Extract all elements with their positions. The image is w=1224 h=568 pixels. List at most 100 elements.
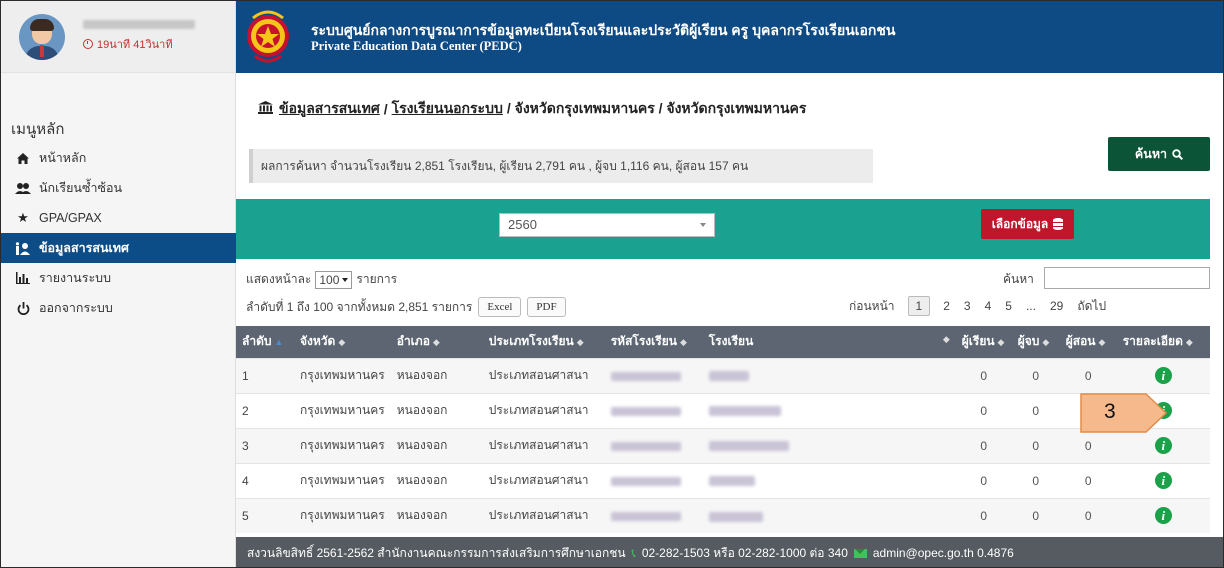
- cell-graduates: 0: [1011, 462, 1060, 498]
- pagination-next[interactable]: ถัดไป: [1077, 297, 1106, 316]
- chevron-down-icon: [700, 223, 706, 227]
- footer-copyright: สงวนลิขสิทธิ์ 2561-2562 สำนักงานคณะกรรมก…: [247, 545, 626, 560]
- chart-icon: [13, 272, 33, 284]
- sort-icon: ◆: [942, 334, 950, 345]
- length-suffix: รายการ: [356, 272, 398, 286]
- user-name-redacted: [83, 20, 195, 29]
- app-frame: 19นาที 41วินาที เมนูหลัก หน้าหลัก นักเรี…: [0, 0, 1224, 568]
- col-header-graduates[interactable]: ผู้จบ ◆: [1011, 326, 1060, 358]
- result-summary: ผลการค้นหา จำนวนโรงเรียน 2,851 โรงเรียน,…: [249, 149, 873, 183]
- cell-school-code: [604, 462, 703, 498]
- cell-school-type: ประเภทสอนศาสนา: [482, 392, 605, 428]
- sort-icon: ◆: [338, 337, 346, 348]
- sidebar-item-logout[interactable]: ออกจากระบบ: [1, 293, 236, 323]
- table-row: 4 กรุงเทพมหานคร หนองจอก ประเภทสอนศาสนา 0…: [236, 462, 1210, 498]
- cell-province: กรุงเทพมหานคร: [294, 392, 391, 428]
- breadcrumb-link-nonformal-schools[interactable]: โรงเรียนนอกระบบ: [392, 98, 503, 120]
- schools-table: ลำดับ ▲ จังหวัด ◆ อำเภอ ◆ ประเภทโรงเรียน ◆ ร…: [236, 326, 1210, 533]
- col-header-no[interactable]: ลำดับ ▲: [236, 326, 294, 358]
- pagination-page[interactable]: 3: [964, 299, 971, 313]
- col-header-students[interactable]: ผู้เรียน ◆: [955, 326, 1012, 358]
- pagination-page[interactable]: 1: [907, 296, 931, 316]
- search-button[interactable]: ค้นหา: [1108, 137, 1210, 171]
- cell-district: หนองจอก: [390, 497, 483, 533]
- col-header-province[interactable]: จังหวัด ◆: [294, 326, 391, 358]
- sort-icon: ◆: [432, 337, 440, 348]
- table-info-text: ลำดับที่ 1 ถึง 100 จากทั้งหมด 2,851 รายก…: [246, 299, 473, 314]
- info-icon[interactable]: i: [1154, 507, 1172, 525]
- cell-details: i: [1116, 427, 1210, 463]
- redacted-code: [610, 441, 681, 451]
- breadcrumb: ข้อมูลสารสนเทศ / โรงเรียนนอกระบบ / จังหว…: [258, 98, 806, 120]
- sidebar-item-label: ออกจากระบบ: [39, 301, 113, 315]
- info-icon[interactable]: i: [1154, 472, 1172, 489]
- col-header-teachers[interactable]: ผู้สอน ◆: [1059, 326, 1117, 358]
- pagination-prev[interactable]: ก่อนหน้า: [849, 297, 895, 316]
- cell-details: i: [1116, 497, 1210, 533]
- cell-province: กรุงเทพมหานคร: [294, 427, 391, 463]
- sort-icon: ◆: [997, 337, 1005, 348]
- cell-school-code: [604, 357, 703, 393]
- sort-icon: ◆: [1042, 337, 1050, 348]
- cell-school-code: [604, 427, 703, 463]
- top-header: ระบบศูนย์กลางการบูรณาการข้อมูลทะเบียนโรง…: [236, 1, 1223, 73]
- sidebar-item-duplicate-students[interactable]: นักเรียนซ้ำซ้อน: [1, 173, 236, 203]
- sidebar-item-label: นักเรียนซ้ำซ้อน: [39, 181, 123, 195]
- cell-students: 0: [955, 462, 1012, 498]
- table-search-input[interactable]: [1044, 267, 1210, 289]
- pagination-ellipsis: ...: [1025, 299, 1036, 313]
- cell-school-name: [702, 497, 956, 533]
- user-profile: 19นาที 41วินาที: [1, 1, 235, 73]
- info-icon[interactable]: i: [1154, 367, 1172, 384]
- col-header-details[interactable]: รายละเอียด ◆: [1116, 326, 1210, 358]
- phone-icon: 📞︎: [631, 545, 636, 560]
- sidebar-item-gpa[interactable]: ★ GPA/GPAX: [1, 203, 236, 233]
- cell-graduates: 0: [1011, 357, 1060, 393]
- cell-teachers: 0: [1059, 357, 1117, 393]
- page-length-value: 100: [319, 272, 340, 287]
- col-header-district[interactable]: อำเภอ ◆: [390, 326, 483, 358]
- site-title: ระบบศูนย์กลางการบูรณาการข้อมูลทะเบียนโรง…: [311, 21, 896, 38]
- breadcrumb-separator: /: [383, 101, 388, 117]
- pagination-page[interactable]: 29: [1050, 299, 1063, 313]
- sidebar-item-label: รายงานระบบ: [39, 271, 112, 285]
- info-icon[interactable]: i: [1154, 437, 1172, 454]
- sidebar-item-label: ข้อมูลสารสนเทศ: [39, 241, 129, 255]
- mail-icon: [853, 548, 867, 558]
- cell-no: 1: [236, 357, 294, 393]
- year-select[interactable]: 2560: [499, 213, 715, 237]
- pagination-page[interactable]: 2: [943, 299, 950, 313]
- col-header-school[interactable]: โรงเรียน ◆: [702, 326, 956, 358]
- sort-asc-icon: ▲: [274, 337, 284, 348]
- cell-no: 3: [236, 427, 294, 463]
- cell-teachers: 0: [1059, 427, 1117, 463]
- cell-school-code: [604, 497, 703, 533]
- chevron-down-icon: [342, 277, 349, 282]
- cell-province: กรุงเทพมหานคร: [294, 357, 391, 393]
- year-select-value: 2560: [508, 217, 537, 232]
- pdf-export-button[interactable]: PDF: [527, 297, 566, 317]
- redacted-code: [610, 406, 681, 416]
- select-data-button[interactable]: เลือกข้อมูล: [981, 209, 1074, 239]
- col-header-school-type[interactable]: ประเภทโรงเรียน ◆: [482, 326, 605, 358]
- pagination-page[interactable]: 4: [985, 299, 992, 313]
- excel-export-button[interactable]: Excel: [478, 297, 522, 317]
- col-header-school-code[interactable]: รหัสโรงเรียน ◆: [604, 326, 703, 358]
- sidebar-item-information[interactable]: ข้อมูลสารสนเทศ: [1, 233, 236, 263]
- cell-students: 0: [955, 392, 1012, 428]
- main-content: ข้อมูลสารสนเทศ / โรงเรียนนอกระบบ / จังหว…: [236, 73, 1223, 537]
- pagination-page[interactable]: 5: [1005, 299, 1012, 313]
- cell-school-name: [702, 392, 956, 428]
- footer-email: admin@opec.go.th 0.4876: [872, 546, 1014, 560]
- callout-arrow-shape: [1080, 393, 1168, 433]
- cell-graduates: 0: [1011, 427, 1060, 463]
- sidebar-item-reports[interactable]: รายงานระบบ: [1, 263, 236, 293]
- page-length-select[interactable]: 100: [315, 270, 353, 289]
- breadcrumb-link-information[interactable]: ข้อมูลสารสนเทศ: [279, 98, 380, 120]
- sidebar-item-label: GPA/GPAX: [39, 211, 102, 225]
- redacted-name: [708, 476, 755, 487]
- redacted-code: [610, 512, 681, 522]
- sidebar-item-home[interactable]: หน้าหลัก: [1, 143, 236, 173]
- table-row: 5 กรุงเทพมหานคร หนองจอก ประเภทสอนศาสนา 0…: [236, 497, 1210, 533]
- redacted-name: [708, 441, 789, 452]
